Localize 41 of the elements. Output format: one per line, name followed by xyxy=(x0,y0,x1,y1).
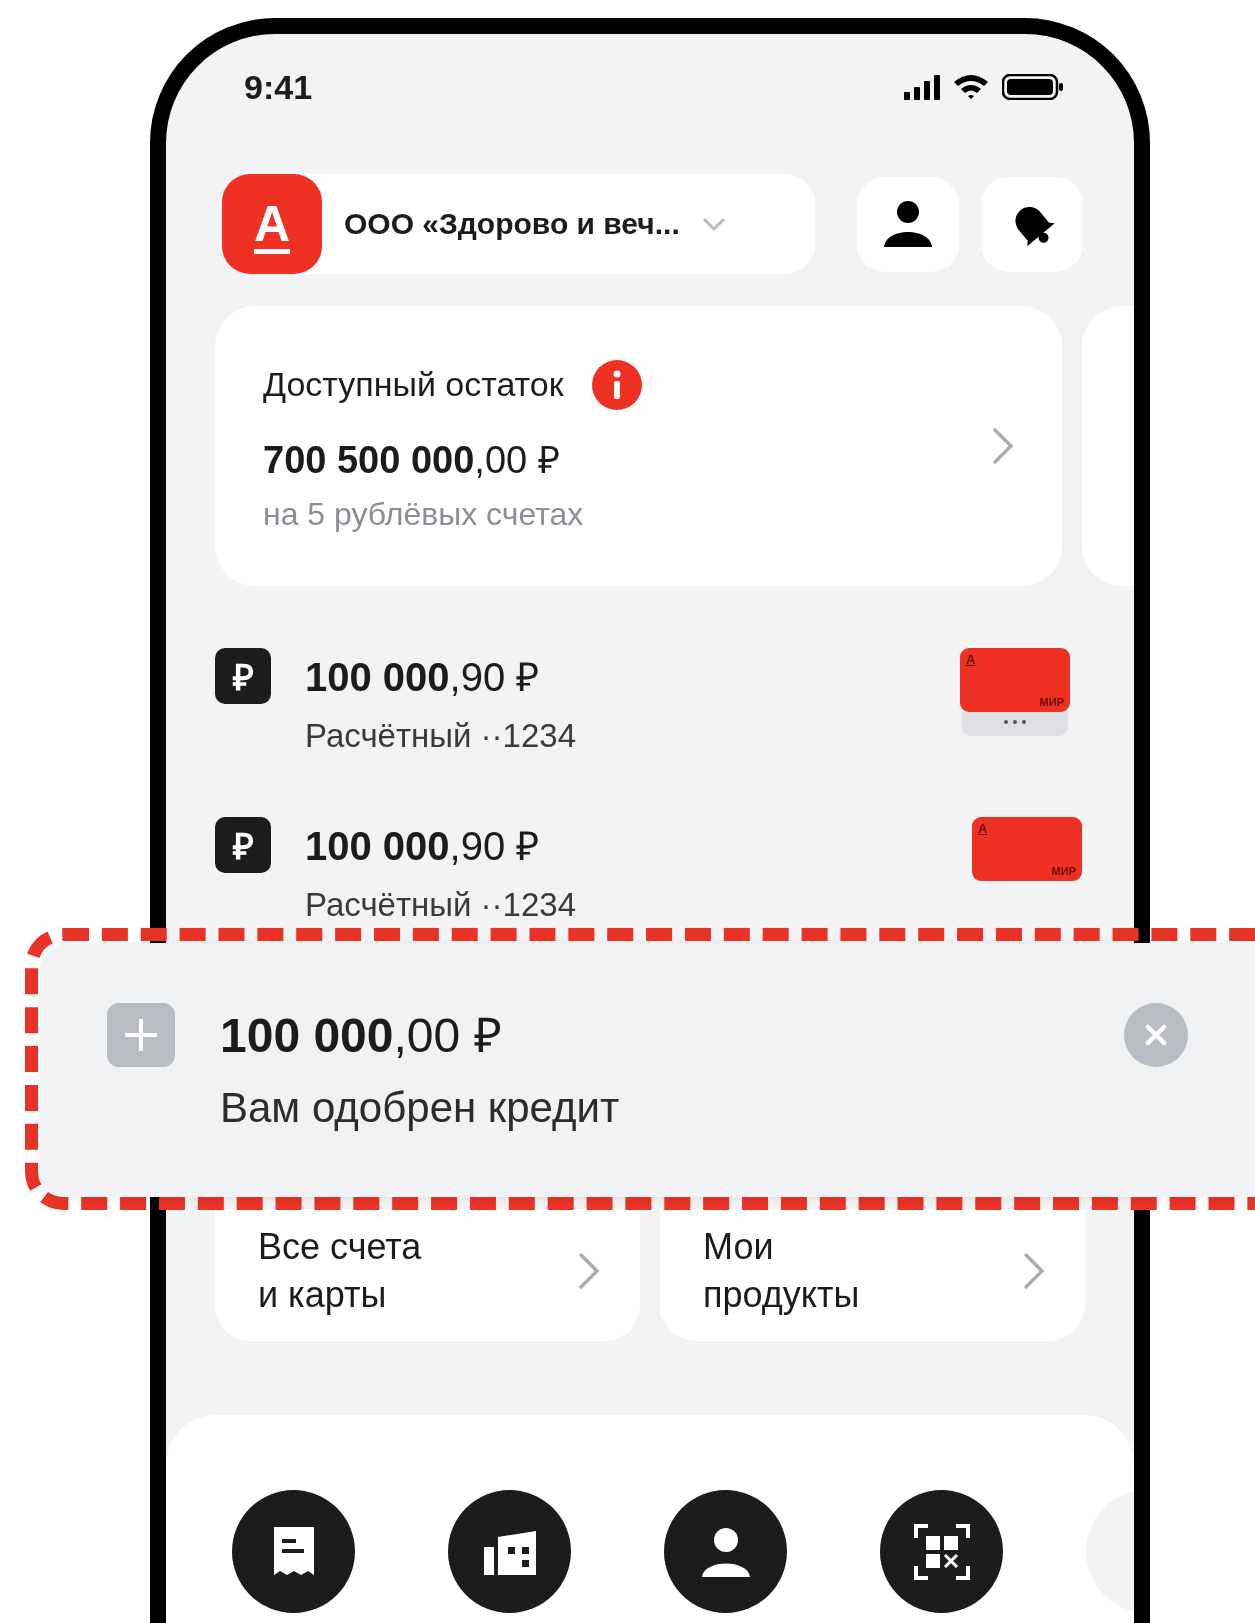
info-icon[interactable] xyxy=(591,359,642,410)
card-brand: МИР xyxy=(1051,865,1076,877)
card-logo: А xyxy=(966,652,976,669)
balance-note: на 5 рублёвых счетах xyxy=(263,495,585,533)
ruble-icon: ₽ xyxy=(215,817,271,873)
card-brand: МИР xyxy=(1039,696,1064,708)
shortcut-tile[interactable]: Мои продукты xyxy=(660,1209,1085,1341)
person-icon xyxy=(699,1526,752,1577)
account-balance: 100 000,90 ₽ xyxy=(305,654,541,701)
battery-icon xyxy=(1002,74,1064,100)
company-selector[interactable]: А ООО «Здорово и веч... xyxy=(222,174,815,274)
company-name: ООО «Здорово и веч... xyxy=(344,207,680,241)
account-balance: 100 000,90 ₽ xyxy=(305,823,541,870)
ruble-icon: ₽ xyxy=(215,648,271,704)
chevron-right-icon xyxy=(578,1252,600,1290)
notifications-button[interactable] xyxy=(981,176,1083,272)
balance-amount: 700 500 000,00 ₽ xyxy=(263,437,561,483)
credit-amount: 100 000,00 ₽ xyxy=(220,1008,503,1064)
close-icon xyxy=(1145,1024,1167,1046)
plus-icon xyxy=(107,1003,175,1067)
bank-logo: А xyxy=(222,174,322,274)
person-icon xyxy=(884,201,932,247)
qr-scan-icon xyxy=(911,1521,972,1582)
chevron-right-icon xyxy=(992,427,1014,465)
profile-button[interactable] xyxy=(857,176,959,272)
status-time: 9:41 xyxy=(244,67,313,107)
account-name: Расчётный ··1234 xyxy=(305,717,577,755)
chevron-down-icon xyxy=(701,217,726,231)
wifi-icon xyxy=(954,74,988,100)
more-icon xyxy=(1003,719,1027,725)
balance-label: Доступный остаток xyxy=(263,365,564,404)
signal-icon xyxy=(904,74,940,100)
credit-message: Вам одобрен кредит xyxy=(220,1084,621,1132)
building-icon xyxy=(481,1528,538,1575)
chevron-right-icon xyxy=(1023,1252,1045,1290)
card-logo: А xyxy=(978,821,988,838)
account-name: Расчётный ··1234 xyxy=(305,886,577,924)
account-row[interactable]: ₽ 100 000,90 ₽ Расчётный ··1234 А МИР xyxy=(215,817,1083,924)
balance-card[interactable]: Доступный остаток 700 500 000,00 ₽ на 5 рублёвых счетах xyxy=(215,306,1062,586)
shortcut-tile[interactable]: Все счета и карты xyxy=(215,1209,640,1341)
credit-offer-card[interactable]: 100 000,00 ₽ Вам одобрен кредит xyxy=(40,943,1255,1197)
